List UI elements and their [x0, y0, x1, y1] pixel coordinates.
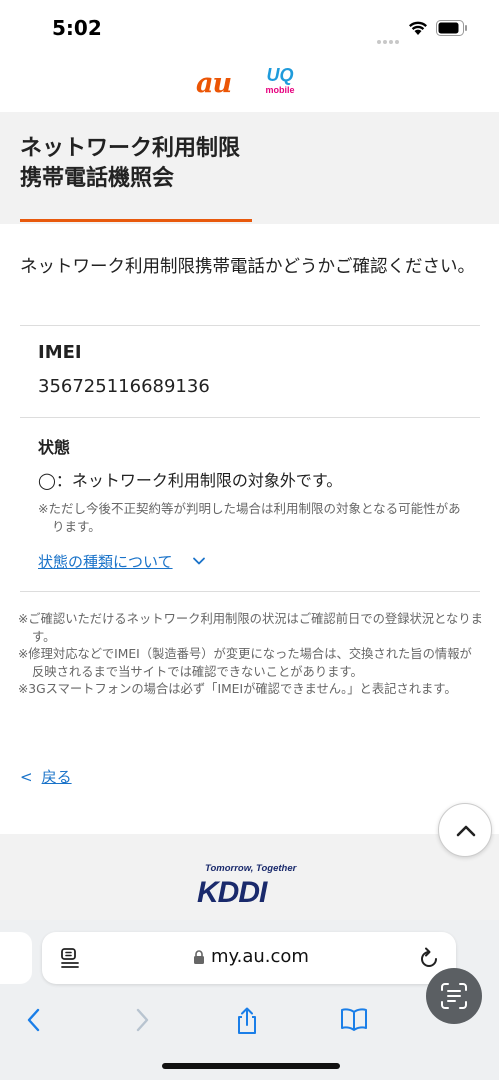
chevron-left-icon [27, 1008, 40, 1032]
previous-tab-preview[interactable] [0, 932, 32, 984]
footnote: ※修理対応などでIMEI（製造番号）が変更になった場合は、交換された旨の情報が反… [18, 647, 472, 679]
title-accent-line [20, 219, 252, 222]
text-scan-icon [441, 983, 467, 1009]
cellular-signal-icon [377, 29, 401, 44]
back-button[interactable] [12, 998, 56, 1042]
back-link[interactable]: < 戻る [20, 766, 72, 787]
share-icon [238, 1007, 256, 1034]
footer-tagline: Tomorrow, Together [205, 863, 297, 874]
share-button[interactable] [224, 998, 268, 1042]
battery-icon [436, 20, 467, 36]
imei-label: IMEI [38, 342, 82, 363]
page-title: ネットワーク利用制限 携帯電話機照会 [20, 134, 240, 194]
status-result: ◯：ネットワーク利用制限の対象外です。 [38, 471, 343, 490]
chevron-down-icon[interactable] [192, 554, 206, 568]
uq-logo-text: UQ [266, 65, 294, 85]
page-title-line2: 携帯電話機照会 [20, 166, 175, 191]
footnotes: ※ご確認いただけるネットワーク利用制限の状況はご確認前日での登録状況となります。… [18, 611, 484, 699]
status-label: 状態 [38, 438, 71, 457]
url-text[interactable]: my.au.com [211, 946, 309, 967]
divider [20, 591, 480, 592]
home-indicator [162, 1063, 340, 1069]
intro-text: ネットワーク利用制限携帯電話かどうかご確認ください。 [20, 257, 475, 277]
divider [20, 325, 480, 326]
page-title-line1: ネットワーク利用制限 [20, 136, 241, 161]
footnote: ※ご確認いただけるネットワーク利用制限の状況はご確認前日での登録状況となります。 [18, 612, 483, 644]
status-bar: 5:02 [0, 0, 499, 56]
uq-mobile-logo[interactable]: UQ mobile [260, 66, 300, 100]
address-bar[interactable]: my.au.com [42, 932, 456, 984]
browser-toolbar [0, 998, 499, 1042]
live-text-button[interactable] [426, 968, 482, 1024]
page: 5:02 au UQ mobile ネットワーク利用制限 携帯電話機照会 ネット… [0, 0, 499, 1080]
wifi-icon [409, 21, 427, 35]
divider [20, 417, 480, 418]
footnote: ※3Gスマートフォンの場合は必ず「IMEIが確認できません。」と表記されます。 [18, 682, 457, 696]
status-types-link[interactable]: 状態の種類について [38, 551, 173, 572]
lock-icon [194, 950, 204, 964]
status-time: 5:02 [52, 16, 102, 40]
site-footer: Tomorrow, Together KDDI [0, 834, 499, 934]
reload-icon[interactable] [418, 946, 440, 970]
status-note: ※ただし今後不正契約等が判明した場合は利用制限の対象となる可能性があります。 [38, 501, 461, 534]
scroll-to-top-button[interactable] [438, 803, 492, 857]
back-link-label: 戻る [41, 768, 72, 786]
title-section: ネットワーク利用制限 携帯電話機照会 [0, 112, 499, 224]
chevron-up-icon [456, 825, 476, 837]
forward-button[interactable] [120, 998, 164, 1042]
book-icon [341, 1008, 367, 1031]
bookmarks-button[interactable] [330, 998, 374, 1042]
page-menu-icon[interactable] [60, 947, 80, 969]
au-logo[interactable]: au [196, 68, 232, 99]
chevron-right-icon [136, 1008, 149, 1032]
uq-logo-subtext: mobile [265, 85, 295, 95]
imei-value: 356725116689136 [38, 376, 210, 397]
chevron-left-icon: < [20, 768, 33, 786]
kddi-logo[interactable]: KDDI [197, 876, 267, 910]
site-header: au UQ mobile [0, 56, 499, 112]
browser-bottom-bar: my.au.com [0, 920, 499, 1080]
